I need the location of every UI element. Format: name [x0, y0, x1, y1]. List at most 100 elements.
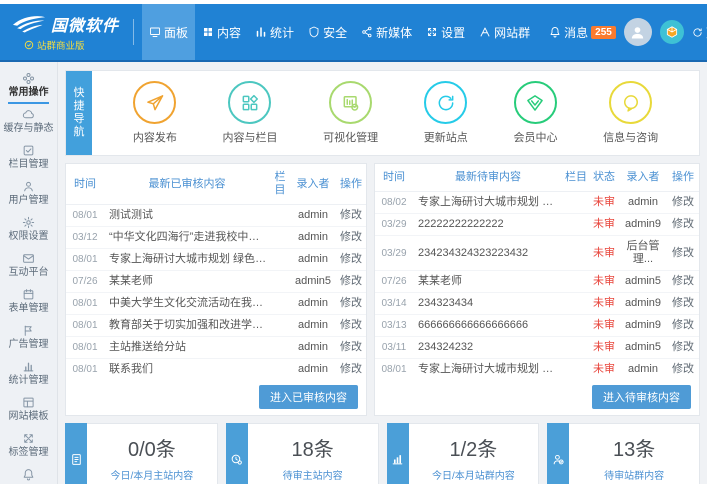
nav-item-label: 统计 [270, 24, 294, 41]
row-title-link[interactable]: 教育部关于切实加强和改进学风建设的实施意见 [104, 315, 270, 337]
app-cube-button[interactable] [660, 20, 684, 44]
group-content-icon [387, 423, 409, 484]
row-edit-link[interactable]: 修改 [667, 315, 699, 337]
row-status: 未审 [589, 359, 619, 381]
sidebar-item-网站模板[interactable]: 网站模板 [0, 392, 57, 428]
row-title-link[interactable]: 中美大学生文化交流活动在我校举行 [104, 293, 270, 315]
quicknav-item-会员中心[interactable]: 会员中心 [513, 81, 557, 145]
stat-card-body: 1/2条今日/本月站群内容 [409, 423, 540, 484]
row-edit-link[interactable]: 修改 [336, 359, 366, 381]
row-edit-link[interactable]: 修改 [336, 293, 366, 315]
row-date: 03/11 [375, 337, 413, 359]
update-site-dropdown[interactable]: 更新网站 [692, 24, 707, 41]
row-edit-link[interactable]: 修改 [667, 236, 699, 271]
row-title-link[interactable]: 联系我们 [104, 359, 270, 381]
quicknav-item-label: 更新站点 [424, 129, 468, 145]
sidebar-item-notice[interactable] [0, 464, 57, 484]
sidebar-item-用户管理[interactable]: 用户管理 [0, 176, 57, 212]
quicknav-item-内容与栏目[interactable]: 内容与栏目 [222, 81, 277, 145]
brand-title: 国微软件 [51, 12, 119, 36]
row-edit-link[interactable]: 修改 [667, 271, 699, 293]
row-edit-link[interactable]: 修改 [336, 271, 366, 293]
sidebar-item-统计管理[interactable]: 统计管理 [0, 356, 57, 392]
row-title-link[interactable]: 专家上海研讨大城市规划 绿色可持续城市仍为热点... [413, 359, 563, 381]
stat-card[interactable]: 18条待审主站内容 [226, 423, 379, 484]
sidebar-item-label: 缓存与静态 [4, 123, 54, 135]
row-edit-link[interactable]: 修改 [336, 315, 366, 337]
row-edit-link[interactable]: 修改 [336, 227, 366, 249]
sidebar-item-权限设置[interactable]: 权限设置 [0, 212, 57, 248]
quicknav-item-信息与咨询[interactable]: 信息与咨询 [603, 81, 658, 145]
nav-item-label: 新媒体 [376, 24, 412, 41]
row-title-link[interactable]: 22222222222222 [413, 214, 563, 236]
row-edit-link[interactable]: 修改 [336, 337, 366, 359]
stat-label: 待审站群内容 [569, 467, 699, 482]
enter-reviewed-button[interactable]: 进入已审核内容 [259, 385, 358, 409]
row-title-link[interactable]: 666666666666666666 [413, 315, 563, 337]
sidebar-item-栏目管理[interactable]: 栏目管理 [0, 140, 57, 176]
quicknav-items: 内容发布 内容与栏目可视化管理更新站点 会员中心 信息与咨询 [92, 71, 699, 155]
quicknav-item-内容发布[interactable]: 内容发布 [133, 81, 177, 145]
row-edit-link[interactable]: 修改 [336, 205, 366, 227]
table-row: 07/26某某老师admin5修改 [66, 271, 366, 293]
stat-card[interactable]: 13条待审站群内容 [547, 423, 700, 484]
row-date: 03/29 [375, 236, 413, 271]
sidebar-item-label: 互动平台 [9, 267, 49, 279]
row-edit-link[interactable]: 修改 [667, 293, 699, 315]
users-icon [22, 180, 35, 193]
stat-card[interactable]: 1/2条今日/本月站群内容 [387, 423, 540, 484]
quicknav-item-可视化管理[interactable]: 可视化管理 [323, 81, 378, 145]
row-edit-link[interactable]: 修改 [667, 192, 699, 214]
security-icon [308, 26, 320, 38]
sidebar-item-广告管理[interactable]: 广告管理 [0, 320, 57, 356]
row-title-link[interactable]: 某某老师 [104, 271, 270, 293]
nav-item-面板[interactable]: 面板 [142, 4, 195, 60]
row-status: 未审 [589, 236, 619, 271]
quicknav-tab-char: 航 [74, 126, 85, 139]
sidebar-item-互动平台[interactable]: 互动平台 [0, 248, 57, 284]
nav-item-label: 面板 [164, 24, 188, 41]
messages-badge: 255 [591, 26, 616, 39]
col-column: 栏目 [563, 164, 589, 192]
sidebar-item-标签管理[interactable]: 标签管理 [0, 428, 57, 464]
row-edit-link[interactable]: 修改 [667, 359, 699, 381]
row-title-link[interactable]: 234324232 [413, 337, 563, 359]
row-edit-link[interactable]: 修改 [667, 337, 699, 359]
messages-button[interactable]: 消息 255 [549, 24, 616, 41]
row-column [270, 271, 290, 293]
sidebar: 常用操作缓存与静态栏目管理用户管理权限设置互动平台表单管理广告管理统计管理网站模… [0, 62, 58, 484]
sidebar-item-缓存与静态[interactable]: 缓存与静态 [0, 104, 57, 140]
row-title-link[interactable]: 某某老师 [413, 271, 563, 293]
sidebar-item-label: 统计管理 [9, 375, 49, 387]
col-status: 状态 [589, 164, 619, 192]
columns-icon [22, 144, 35, 157]
sidebar-item-常用操作[interactable]: 常用操作 [0, 68, 57, 104]
main-content: 快捷导航 内容发布内容与栏目可视化管理更新站点会员中心信息与咨询 时间 最新已审… [58, 62, 707, 484]
quicknav-item-更新站点[interactable]: 更新站点 [424, 81, 468, 145]
row-title-link[interactable]: “中华文化四海行”走进我校中华文化四海行”走进我校(图文)... [104, 227, 270, 249]
enter-pending-button[interactable]: 进入待审核内容 [592, 385, 691, 409]
row-edit-link[interactable]: 修改 [667, 214, 699, 236]
table-row: 03/29234234324323223432未审后台管理...修改 [375, 236, 699, 271]
nav-item-设置[interactable]: 设置 [419, 4, 472, 60]
row-column [563, 236, 589, 271]
row-title-link[interactable]: 234323434 [413, 293, 563, 315]
row-edit-link[interactable]: 修改 [336, 249, 366, 271]
nav-item-内容[interactable]: 内容 [195, 4, 248, 60]
user-avatar[interactable] [624, 18, 652, 46]
row-title-link[interactable]: 专家上海研讨大城市规划 绿色可持续城市仍为热点 [104, 249, 270, 271]
sidebar-item-表单管理[interactable]: 表单管理 [0, 284, 57, 320]
nav-item-统计[interactable]: 统计 [248, 4, 301, 60]
row-date: 08/01 [66, 249, 104, 271]
stat-card[interactable]: 0/0条今日/本月主站内容 [65, 423, 218, 484]
row-title-link[interactable]: 234234324323223432 [413, 236, 563, 271]
col-action: 操作 [336, 164, 366, 205]
visual-icon [329, 81, 372, 124]
nav-item-安全[interactable]: 安全 [301, 4, 354, 60]
row-title-link[interactable]: 测试测试 [104, 205, 270, 227]
row-title-link[interactable]: 主站推送给分站 [104, 337, 270, 359]
nav-item-网站群[interactable]: 网站群 [472, 4, 537, 60]
nav-item-新媒体[interactable]: 新媒体 [354, 4, 419, 60]
row-title-link[interactable]: 专家上海研讨大城市规划 绿色可持续城市仍为热点... [413, 192, 563, 214]
row-column [270, 359, 290, 381]
